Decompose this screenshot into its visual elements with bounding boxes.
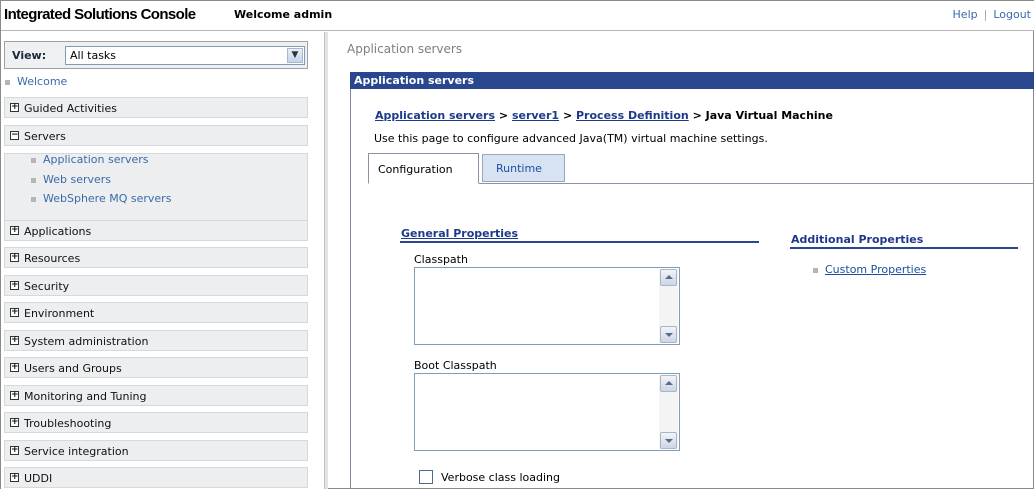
bullet-icon (31, 157, 36, 163)
content-body: Application servers > server1 > Process … (331, 32, 1034, 489)
verbose-class-loading-label: Verbose class loading (441, 471, 560, 484)
collapse-icon[interactable]: − (10, 131, 19, 140)
nav-group-label: UDDI (24, 472, 53, 485)
breadcrumb-link-process-definition[interactable]: Process Definition (576, 109, 689, 122)
additional-properties-divider (790, 247, 1018, 249)
classpath-textarea[interactable] (414, 267, 680, 345)
scroll-up-button[interactable] (660, 375, 677, 392)
general-properties-divider (400, 241, 759, 243)
link-separator: | (983, 8, 988, 21)
nav-item-label: WebSphere MQ servers (43, 192, 172, 205)
breadcrumb-current: Java Virtual Machine (705, 109, 833, 122)
nav-group-label: Security (24, 280, 70, 293)
nav-group-resources[interactable]: + Resources (4, 247, 308, 268)
navigation-pane: View: All tasks ▼ Welcome + Guided Activ… (1, 32, 325, 489)
verbose-class-loading-checkbox[interactable] (419, 470, 433, 484)
expand-icon[interactable]: + (10, 281, 19, 290)
view-filter-bar: View: All tasks ▼ (4, 41, 308, 69)
welcome-user: Welcome admin (234, 8, 333, 21)
expand-icon[interactable]: + (10, 253, 19, 262)
arrow-up-icon (665, 381, 673, 385)
nav-group-troubleshooting[interactable]: + Troubleshooting (4, 412, 308, 433)
boot-classpath-scrollbar[interactable] (659, 375, 678, 449)
nav-group-monitoring-and-tuning[interactable]: + Monitoring and Tuning (4, 385, 308, 406)
expand-icon[interactable]: + (10, 336, 19, 345)
nav-group-label: Service integration (24, 445, 129, 458)
expand-icon[interactable]: + (10, 446, 19, 455)
pane-resize-handle[interactable] (324, 32, 328, 489)
expand-icon[interactable]: + (10, 308, 19, 317)
nav-welcome-label: Welcome (17, 75, 68, 88)
arrow-up-icon (665, 275, 673, 279)
bullet-icon (813, 267, 818, 273)
general-properties-heading: General Properties (401, 227, 519, 240)
view-select[interactable]: All tasks ▼ (65, 46, 305, 65)
nav-group-uddi[interactable]: + UDDI (4, 467, 308, 488)
boot-classpath-textarea[interactable] (414, 373, 680, 451)
custom-properties-item: Custom Properties (813, 263, 926, 276)
nav-item-application-servers[interactable]: Application servers (31, 153, 149, 166)
breadcrumb-separator: > (562, 109, 573, 122)
nav-item-label: Application servers (43, 153, 149, 166)
bullet-icon (31, 196, 36, 202)
banner-links: Help | Logout (953, 8, 1031, 21)
additional-properties-heading: Additional Properties (791, 233, 924, 246)
nav-group-label: Applications (24, 225, 92, 238)
scroll-down-button[interactable] (660, 326, 677, 343)
nav-group-label: Resources (24, 252, 81, 265)
logout-link[interactable]: Logout (993, 8, 1031, 21)
expand-icon[interactable]: + (10, 226, 19, 235)
help-link[interactable]: Help (953, 8, 978, 21)
bullet-icon (31, 177, 36, 183)
classpath-scrollbar[interactable] (659, 269, 678, 343)
view-select-value: All tasks (70, 49, 117, 62)
nav-item-label: Web servers (43, 173, 112, 186)
breadcrumb-link-application-servers[interactable]: Application servers (375, 109, 495, 122)
arrow-down-icon (665, 439, 673, 443)
nav-group-system-administration[interactable]: + System administration (4, 330, 308, 351)
bullet-icon (5, 79, 10, 85)
tab-bar: Configuration Runtime (368, 153, 1034, 184)
boot-classpath-label: Boot Classpath (414, 359, 497, 372)
tab-configuration[interactable]: Configuration (368, 153, 479, 184)
breadcrumb-separator: > (692, 109, 702, 122)
expand-icon[interactable]: + (10, 363, 19, 372)
view-label: View: (12, 49, 47, 62)
scroll-up-button[interactable] (660, 269, 677, 286)
breadcrumb-link-server1[interactable]: server1 (512, 109, 559, 122)
top-banner: Integrated Solutions Console Welcome adm… (1, 1, 1034, 31)
tab-runtime[interactable]: Runtime (482, 154, 565, 182)
nav-group-label: Guided Activities (24, 102, 117, 115)
expand-icon[interactable]: + (10, 473, 19, 482)
nav-group-label: System administration (24, 335, 149, 348)
nav-item-web-servers[interactable]: Web servers (31, 173, 111, 186)
nav-group-security[interactable]: + Security (4, 275, 308, 296)
page-description: Use this page to configure advanced Java… (374, 132, 768, 145)
app-title: Integrated Solutions Console (4, 6, 196, 23)
nav-group-label: Environment (24, 307, 95, 320)
custom-properties-link[interactable]: Custom Properties (825, 263, 926, 276)
nav-item-websphere-mq-servers[interactable]: WebSphere MQ servers (31, 192, 171, 205)
breadcrumb-separator: > (498, 109, 509, 122)
nav-group-environment[interactable]: + Environment (4, 302, 308, 323)
nav-group-service-integration[interactable]: + Service integration (4, 440, 308, 461)
expand-icon[interactable]: + (10, 103, 19, 112)
nav-group-servers[interactable]: − Servers (4, 125, 308, 146)
nav-group-users-and-groups[interactable]: + Users and Groups (4, 357, 308, 378)
nav-group-label: Servers (24, 130, 66, 143)
expand-icon[interactable]: + (10, 418, 19, 427)
nav-group-label: Monitoring and Tuning (24, 390, 147, 403)
nav-welcome-link[interactable]: Welcome (5, 75, 67, 88)
breadcrumb: Application servers > server1 > Process … (375, 109, 833, 122)
nav-group-guided-activities[interactable]: + Guided Activities (4, 97, 308, 118)
nav-group-applications[interactable]: + Applications (4, 220, 308, 241)
scroll-down-button[interactable] (660, 432, 677, 449)
nav-group-label: Users and Groups (24, 362, 122, 375)
chevron-down-icon[interactable]: ▼ (287, 48, 303, 63)
expand-icon[interactable]: + (10, 391, 19, 400)
classpath-label: Classpath (414, 253, 468, 266)
nav-group-label: Troubleshooting (24, 417, 112, 430)
arrow-down-icon (665, 333, 673, 337)
